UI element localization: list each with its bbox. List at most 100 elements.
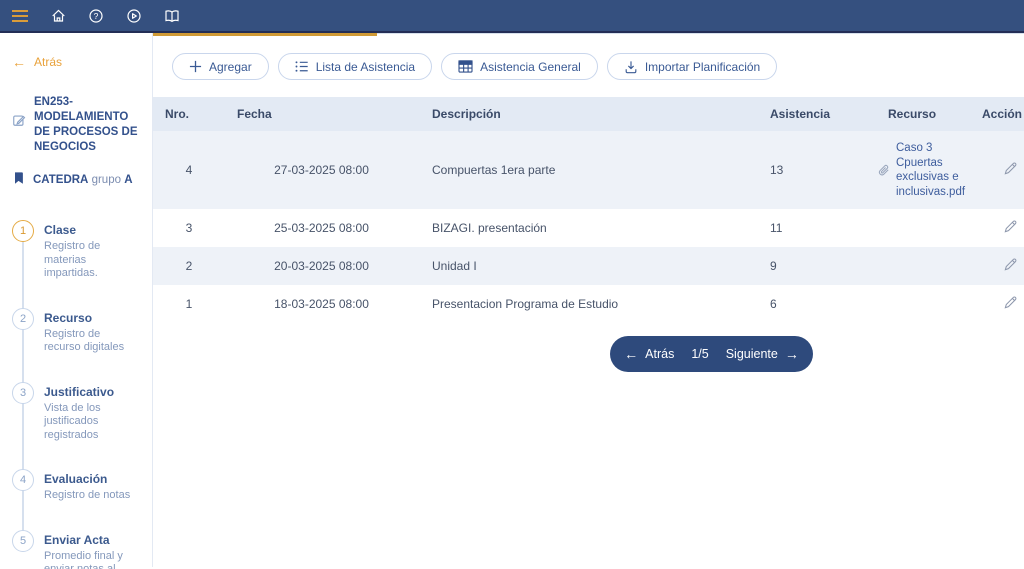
toolbar-button-label: Lista de Asistencia <box>316 60 415 74</box>
cell-asistencia: 9 <box>735 259 835 273</box>
col-header-recurso: Recurso <box>835 107 962 121</box>
col-header-nro: Nro. <box>153 107 225 121</box>
step-title: Enviar Acta <box>44 533 136 547</box>
home-icon <box>50 8 67 24</box>
step-number-badge: 2 <box>12 308 34 330</box>
edit-row-button[interactable] <box>1003 161 1018 179</box>
paperclip-icon <box>877 163 891 178</box>
edit-row-button[interactable] <box>1003 257 1018 275</box>
cell-fecha: 20-03-2025 08:00 <box>225 259 418 273</box>
cell-recurso <box>835 218 962 238</box>
sidebar-step-justificativo[interactable]: 3JustificativoVista de los justificados … <box>12 382 152 443</box>
edit-row-button[interactable] <box>1003 219 1018 237</box>
cell-nro: 4 <box>153 163 225 177</box>
step-title: Evaluación <box>44 472 136 486</box>
toolbar-button-label: Importar Planificación <box>645 60 760 74</box>
sidebar-step-recurso[interactable]: 2 Recurso Registro de recurso digitales <box>12 308 152 355</box>
back-label: Atrás <box>34 55 62 69</box>
help-button[interactable]: ? <box>86 6 106 26</box>
classes-table: Nro.FechaDescripciónAsistenciaRecursoAcc… <box>153 97 1024 323</box>
col-header-fecha: Fecha <box>225 107 418 121</box>
step-number-badge: 1 <box>12 220 34 242</box>
cell-descripcion: BIZAGI. presentación <box>418 221 735 235</box>
step-subtitle: Registro de recurso digitales <box>44 328 136 355</box>
bookmark-icon <box>12 171 25 188</box>
play-icon <box>126 8 142 24</box>
step-title: Clase <box>44 223 136 237</box>
pencil-icon <box>1003 257 1018 272</box>
step-number-badge: 5 <box>12 530 34 552</box>
toolbar-button-label: Asistencia General <box>480 60 581 74</box>
table-row: 325-03-2025 08:00BIZAGI. presentación11 <box>153 209 1024 247</box>
cell-recurso <box>835 294 962 314</box>
table-icon <box>458 60 473 73</box>
cell-accion <box>962 257 1024 275</box>
cell-asistencia: 6 <box>735 297 835 311</box>
toolbar-button-agregar[interactable]: Agregar <box>172 53 269 80</box>
import-icon <box>624 60 638 74</box>
step-subtitle: Promedio final y enviar notas al Acta <box>44 550 136 569</box>
catedra-label: CATEDRA <box>33 174 88 186</box>
step-subtitle: Registro de materias impartidas. <box>44 240 136 281</box>
cell-accion <box>962 161 1024 179</box>
catedra-group-word: grupo <box>92 174 121 186</box>
pencil-icon <box>1003 219 1018 234</box>
top-navbar: ? <box>0 0 1024 33</box>
cell-nro: 2 <box>153 259 225 273</box>
toolbar: Agregar Lista de Asistencia Asistencia Gen… <box>172 53 1024 80</box>
cell-asistencia: 11 <box>735 221 835 235</box>
book-icon <box>163 8 181 24</box>
pencil-icon <box>1003 295 1018 310</box>
pagination: ← Atrás 1/5 Siguiente → <box>610 336 813 372</box>
step-number-badge: 4 <box>12 469 34 491</box>
sidebar-step-enviar-acta[interactable]: 5 Enviar Acta Promedio final y enviar nota… <box>12 530 152 569</box>
cell-fecha: 27-03-2025 08:00 <box>225 163 418 177</box>
cell-fecha: 25-03-2025 08:00 <box>225 221 418 235</box>
cell-nro: 3 <box>153 221 225 235</box>
cell-nro: 1 <box>153 297 225 311</box>
col-header-descripcion: Descripción <box>418 107 735 121</box>
help-icon: ? <box>88 8 104 24</box>
toolbar-button-lista-de-asistencia[interactable]: Lista de Asistencia <box>278 53 432 80</box>
sidebar-step-clase[interactable]: 1 Clase Registro de materias impartidas. <box>12 220 152 281</box>
cell-recurso: Caso 3 Cpuertas exclusivas e inclusivas.… <box>835 131 962 209</box>
edit-row-button[interactable] <box>1003 295 1018 313</box>
toolbar-button-asistencia-general[interactable]: Asistencia General <box>441 53 598 80</box>
sidebar: ← Atrás EN253-MODELAMIENTO DE PROCESOS D… <box>0 33 153 567</box>
step-title: Recurso <box>44 311 136 325</box>
list-icon <box>295 60 309 73</box>
cell-accion <box>962 295 1024 313</box>
toolbar-button-importar-planificacion[interactable]: Importar Planificación <box>607 53 777 80</box>
arrow-right-icon: → <box>785 347 799 361</box>
page-indicator: 1/5 <box>691 347 708 361</box>
arrow-left-icon: ← <box>624 347 638 361</box>
pagination-next-label: Siguiente <box>726 347 778 361</box>
sidebar-step-evaluacion[interactable]: 4 Evaluación Registro de notas <box>12 469 152 503</box>
col-header-accion: Acción <box>962 107 1024 121</box>
table-row: 220-03-2025 08:00Unidad I9 <box>153 247 1024 285</box>
home-button[interactable] <box>48 6 68 26</box>
menu-icon <box>11 9 29 23</box>
table-header-row: Nro.FechaDescripciónAsistenciaRecursoAcc… <box>153 97 1024 131</box>
step-subtitle: Vista de los justificados registrados <box>44 402 136 443</box>
recurso-file-link[interactable]: Caso 3 Cpuertas exclusivas e inclusivas.… <box>896 141 965 199</box>
pagination-prev-button[interactable]: ← Atrás <box>624 347 674 361</box>
stepper: 1ClaseRegistro de materias impartidas.2R… <box>12 220 152 569</box>
book-button[interactable] <box>162 6 182 26</box>
pagination-next-button[interactable]: Siguiente → <box>726 347 799 361</box>
step-number-badge: 3 <box>12 382 34 404</box>
back-link[interactable]: ← Atrás <box>12 55 152 69</box>
cell-asistencia: 13 <box>735 163 835 177</box>
cell-descripcion: Compuertas 1era parte <box>418 163 735 177</box>
cell-descripcion: Unidad I <box>418 259 735 273</box>
play-button[interactable] <box>124 6 144 26</box>
pencil-icon <box>1003 161 1018 176</box>
menu-button[interactable] <box>10 6 30 26</box>
svg-text:?: ? <box>94 11 99 21</box>
table-row: 118-03-2025 08:00Presentacion Programa d… <box>153 285 1024 323</box>
course-header: EN253-MODELAMIENTO DE PROCESOS DE NEGOCI… <box>12 95 152 155</box>
active-tab-indicator <box>153 33 377 36</box>
arrow-left-icon: ← <box>12 55 26 69</box>
cell-accion <box>962 219 1024 237</box>
step-subtitle: Registro de notas <box>44 489 136 503</box>
